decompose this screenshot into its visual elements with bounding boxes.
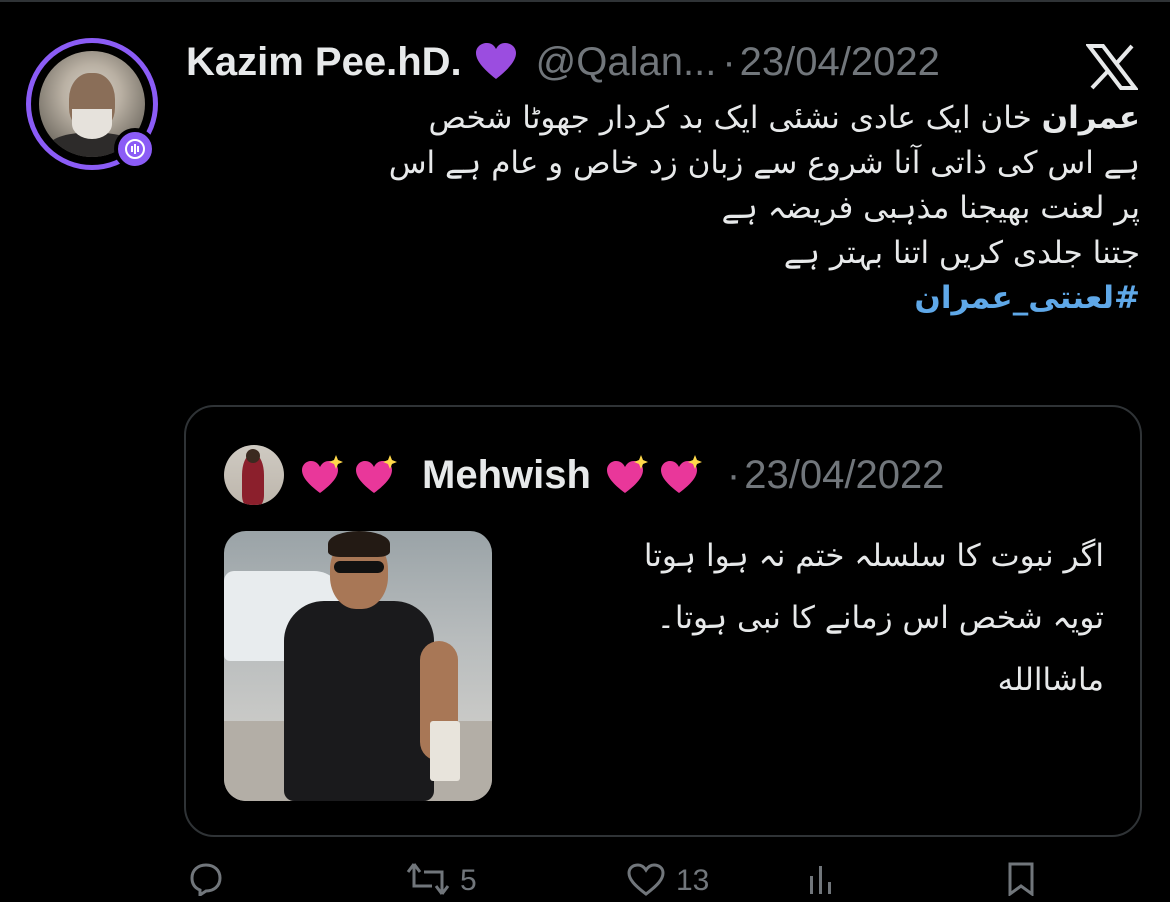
quote-line-3: ماشاالله bbox=[997, 662, 1104, 698]
quote-separator-dot: · bbox=[726, 452, 741, 497]
purple-heart-icon bbox=[475, 43, 516, 81]
author-handle[interactable]: @Qalan... bbox=[536, 40, 717, 85]
quoted-tweet-card[interactable]: Mehwish · 23/04/2022 اگر نبوت کا سلسلہ خ… bbox=[184, 405, 1142, 837]
separator-dot: · bbox=[722, 39, 736, 84]
hashtag-link[interactable]: #لعنتی_عمران bbox=[190, 276, 1140, 321]
views-icon bbox=[806, 862, 836, 900]
quote-photo[interactable] bbox=[224, 531, 492, 801]
bookmark-icon bbox=[1006, 862, 1036, 900]
retweet-count: 5 bbox=[460, 864, 477, 897]
views-button[interactable] bbox=[806, 862, 836, 900]
tweet-line-2: ہے اس کی ذاتی آنا شروع سے زبان زد خاص و … bbox=[388, 145, 1140, 181]
tweet-date[interactable]: 23/04/2022 bbox=[740, 40, 940, 85]
quote-line-2: تویہ شخص اس زمانے کا نبی ہوتا۔ bbox=[656, 600, 1104, 636]
quote-text: اگر نبوت کا سلسلہ ختم نہ ہوا ہوتا تویہ ش… bbox=[516, 525, 1104, 711]
tweet-line-4: جتنا جلدی کریں اتنا بہتر ہے bbox=[783, 235, 1140, 271]
reply-button[interactable] bbox=[186, 862, 236, 900]
quote-author-name[interactable]: Mehwish bbox=[422, 453, 591, 498]
like-count: 13 bbox=[676, 864, 710, 897]
bookmark-button[interactable] bbox=[1006, 862, 1036, 900]
reply-icon bbox=[186, 862, 226, 900]
retweet-button[interactable]: 5 bbox=[406, 862, 477, 900]
tweet-header: Kazim Pee.hD. @Qalan... · 23/04/2022 bbox=[186, 36, 940, 88]
tweet-line-1: عمران خان ایک عادی نشئی ایک بد کردار جھو… bbox=[190, 96, 1140, 141]
retweet-icon bbox=[406, 862, 450, 900]
x-logo-icon[interactable] bbox=[1084, 44, 1140, 90]
tweet-text: عمران خان ایک عادی نشئی ایک بد کردار جھو… bbox=[190, 96, 1140, 321]
sparkling-heart-icon bbox=[605, 453, 649, 497]
tweet-line-1-rest: خان ایک عادی نشئی ایک بد کردار جھوٹا شخص bbox=[428, 100, 1042, 136]
quote-header: Mehwish · 23/04/2022 bbox=[300, 447, 944, 503]
like-button[interactable]: 13 bbox=[626, 862, 709, 900]
top-divider bbox=[0, 0, 1170, 2]
quote-line-1: اگر نبوت کا سلسلہ ختم نہ ہوا ہوتا bbox=[643, 538, 1104, 574]
action-bar: 5 13 bbox=[186, 862, 1126, 902]
sparkling-heart-icon bbox=[300, 453, 344, 497]
like-icon bbox=[626, 862, 666, 900]
author-display-name[interactable]: Kazim Pee.hD. bbox=[186, 40, 462, 85]
tweet-line-1-bold: عمران bbox=[1041, 100, 1140, 136]
sparkling-heart-icon bbox=[354, 453, 398, 497]
quote-author-avatar[interactable] bbox=[224, 445, 284, 505]
quote-date[interactable]: 23/04/2022 bbox=[744, 453, 944, 498]
sparkling-heart-icon bbox=[659, 453, 703, 497]
voice-badge-icon bbox=[114, 128, 156, 170]
tweet-line-3: پر لعنت بھیجنا مذہبی فریضہ ہے bbox=[721, 190, 1140, 226]
